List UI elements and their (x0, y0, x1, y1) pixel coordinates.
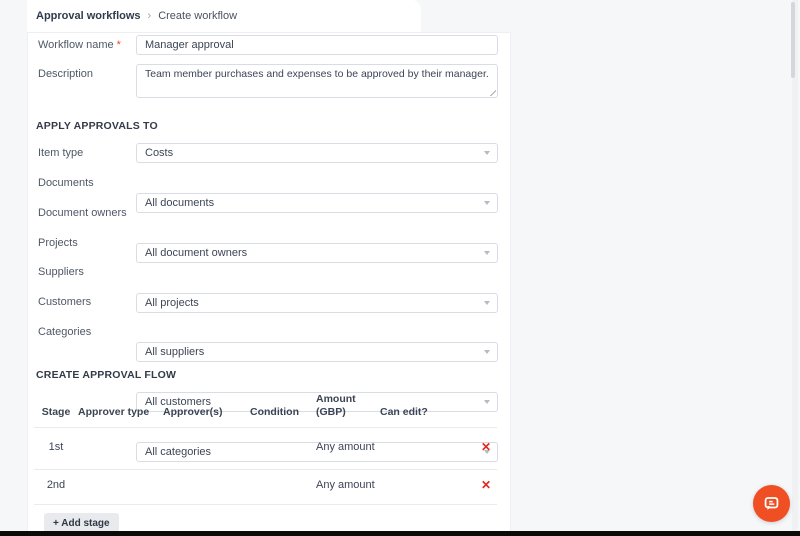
chevron-down-icon (484, 301, 490, 305)
stage-cell: 2nd (46, 479, 66, 491)
resize-handle-icon[interactable] (488, 88, 496, 96)
amount-cell: Any amount (316, 479, 375, 491)
description-textarea[interactable]: Team member purchases and expenses to be… (136, 64, 498, 98)
chat-launcher-button[interactable] (753, 485, 790, 522)
window-bottom-edge (0, 531, 800, 536)
breadcrumb: Approval workflows › Create workflow (27, 0, 421, 32)
column-header-can-edit: Can edit? (380, 406, 428, 418)
add-stage-button[interactable]: + Add stage (44, 513, 119, 533)
stage-cell: 1st (48, 441, 64, 453)
chat-bubble-icon (764, 497, 779, 510)
required-asterisk: * (116, 39, 121, 51)
item-type-label: Item type (38, 147, 84, 159)
delete-stage-icon[interactable]: ✕ (477, 436, 495, 458)
chevron-down-icon (484, 350, 490, 354)
document-owners-label: Document owners (38, 207, 127, 219)
chevron-down-icon (484, 151, 490, 155)
customers-label: Customers (38, 296, 92, 308)
scrollbar-thumb[interactable] (791, 2, 795, 78)
column-header-approver-type: Approver type (78, 406, 150, 418)
suppliers-select[interactable]: All suppliers (136, 342, 498, 362)
projects-select[interactable]: All projects (136, 293, 498, 313)
projects-label: Projects (38, 237, 78, 249)
chevron-down-icon (484, 400, 490, 404)
vertical-scrollbar[interactable] (791, 0, 798, 531)
chevron-down-icon (484, 201, 490, 205)
table-divider (34, 469, 497, 470)
chevron-down-icon (484, 251, 490, 255)
documents-label: Documents (38, 177, 94, 189)
document-owners-select[interactable]: All document owners (136, 243, 498, 263)
workflow-name-input[interactable] (136, 35, 498, 55)
column-header-condition: Condition (250, 406, 299, 418)
breadcrumb-approval-workflows[interactable]: Approval workflows (36, 10, 141, 22)
create-approval-flow-section-title: CREATE APPROVAL FLOW (36, 369, 177, 381)
column-header-amount: Amount (GBP) (316, 393, 356, 418)
column-header-approvers: Approver(s) (163, 406, 223, 418)
documents-select[interactable]: All documents (136, 193, 498, 213)
chevron-right-icon: › (147, 10, 152, 22)
delete-stage-icon[interactable]: ✕ (477, 474, 495, 496)
categories-label: Categories (38, 326, 92, 338)
suppliers-label: Suppliers (38, 266, 84, 278)
amount-cell: Any amount (316, 441, 375, 453)
description-label: Description (38, 68, 94, 80)
item-type-select[interactable]: Costs (136, 143, 498, 163)
workflow-name-label: Workflow name * (38, 39, 121, 51)
breadcrumb-create-workflow: Create workflow (158, 10, 238, 22)
table-divider (34, 427, 497, 428)
table-divider (34, 504, 497, 505)
create-workflow-form: Workflow name * Description Team member … (27, 32, 511, 533)
apply-approvals-section-title: APPLY APPROVALS TO (36, 120, 158, 132)
column-header-stage: Stage (41, 406, 71, 418)
